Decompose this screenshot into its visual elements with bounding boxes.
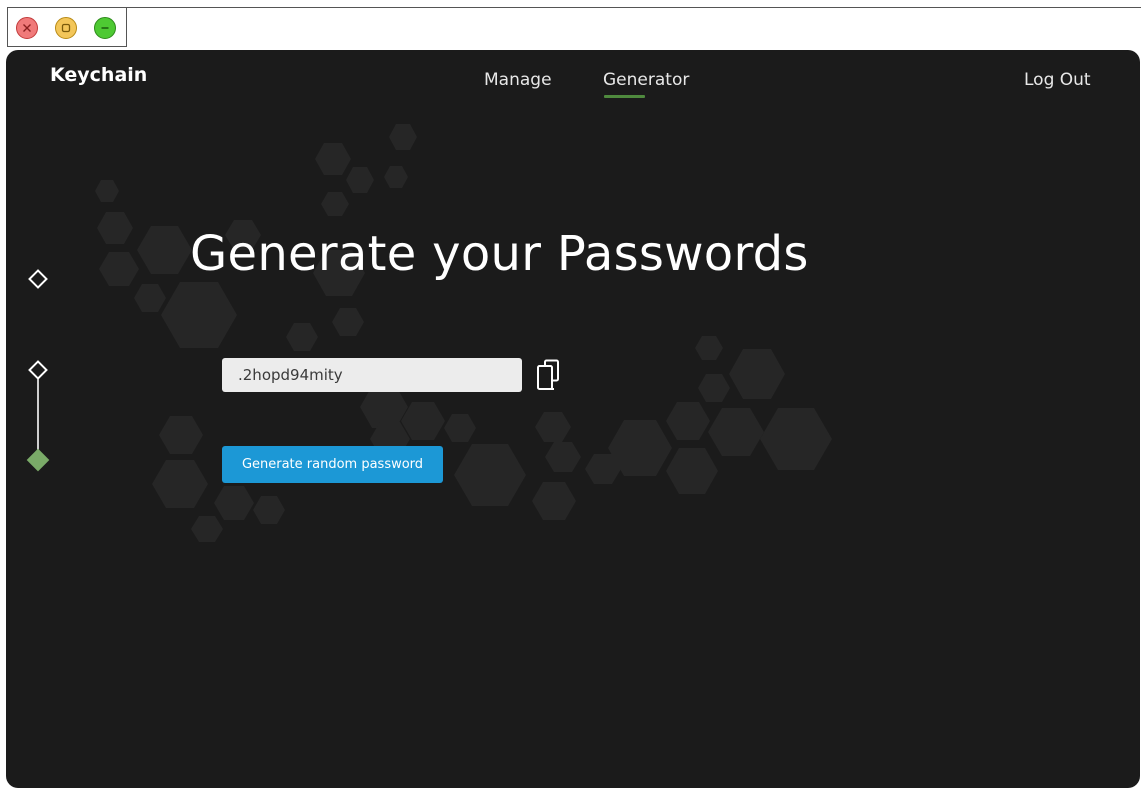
active-tab-indicator [604, 95, 645, 98]
minimize-icon[interactable] [94, 17, 116, 39]
nav-manage[interactable]: Manage [484, 70, 552, 90]
app-window: Keychain Manage Generator Log Out Genera… [6, 50, 1140, 788]
password-field[interactable] [222, 358, 522, 392]
page-title: Generate your Passwords [190, 226, 809, 282]
generate-password-button[interactable]: Generate random password [222, 446, 443, 483]
window-titlebar [7, 7, 1141, 47]
logout-link[interactable]: Log Out [1024, 70, 1091, 90]
brand-logo: Keychain [50, 64, 148, 86]
copy-icon[interactable] [534, 358, 566, 392]
maximize-icon[interactable] [55, 17, 77, 39]
titlebar-border [127, 7, 1141, 8]
nav-generator[interactable]: Generator [603, 70, 689, 90]
window-controls [7, 7, 127, 47]
close-icon[interactable] [16, 17, 38, 39]
hexagon-background [95, 124, 832, 542]
